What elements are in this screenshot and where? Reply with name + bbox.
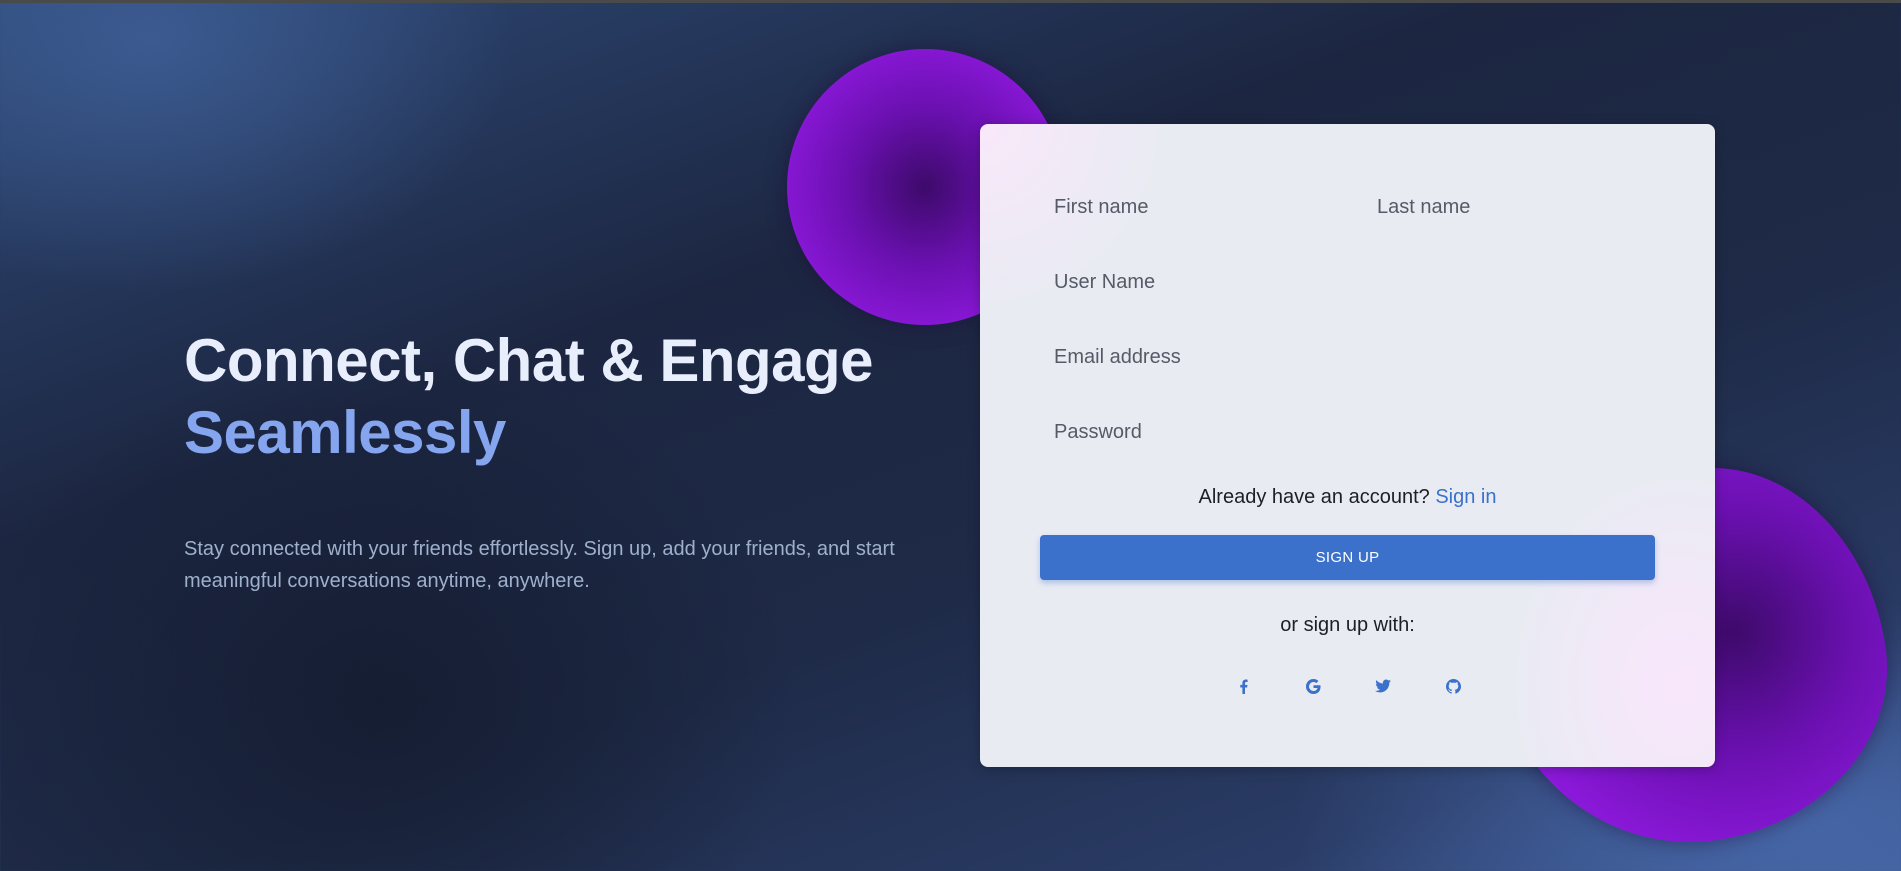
first-name-input[interactable] xyxy=(1054,192,1354,222)
email-input[interactable] xyxy=(1054,342,1654,372)
hero-title: Connect, Chat & Engage Seamlessly xyxy=(184,325,944,469)
hero-section: Connect, Chat & Engage Seamlessly Stay c… xyxy=(184,325,944,597)
last-name-input[interactable] xyxy=(1377,192,1677,222)
window-top-border xyxy=(0,0,1901,3)
google-button[interactable] xyxy=(1298,671,1328,701)
signup-card: Already have an account? Sign in SIGN UP… xyxy=(980,124,1715,767)
facebook-icon xyxy=(1239,679,1248,694)
facebook-button[interactable] xyxy=(1228,671,1258,701)
sign-up-button[interactable]: SIGN UP xyxy=(1040,535,1655,580)
twitter-button[interactable] xyxy=(1368,671,1398,701)
hero-title-accent: Seamlessly xyxy=(184,399,506,466)
password-input[interactable] xyxy=(1054,417,1654,447)
hero-title-main: Connect, Chat & Engage xyxy=(184,327,874,394)
sign-in-link[interactable]: Sign in xyxy=(1435,486,1496,508)
github-button[interactable] xyxy=(1438,671,1468,701)
signin-prompt: Already have an account? Sign in xyxy=(980,486,1715,509)
google-icon xyxy=(1305,678,1321,694)
hero-description: Stay connected with your friends effortl… xyxy=(184,538,895,592)
github-icon xyxy=(1445,678,1461,694)
twitter-icon xyxy=(1375,679,1391,693)
already-account-text: Already have an account? xyxy=(1198,486,1430,508)
username-input[interactable] xyxy=(1054,267,1654,297)
or-sign-up-with-text: or sign up with: xyxy=(1280,614,1415,636)
social-buttons xyxy=(1228,671,1468,701)
